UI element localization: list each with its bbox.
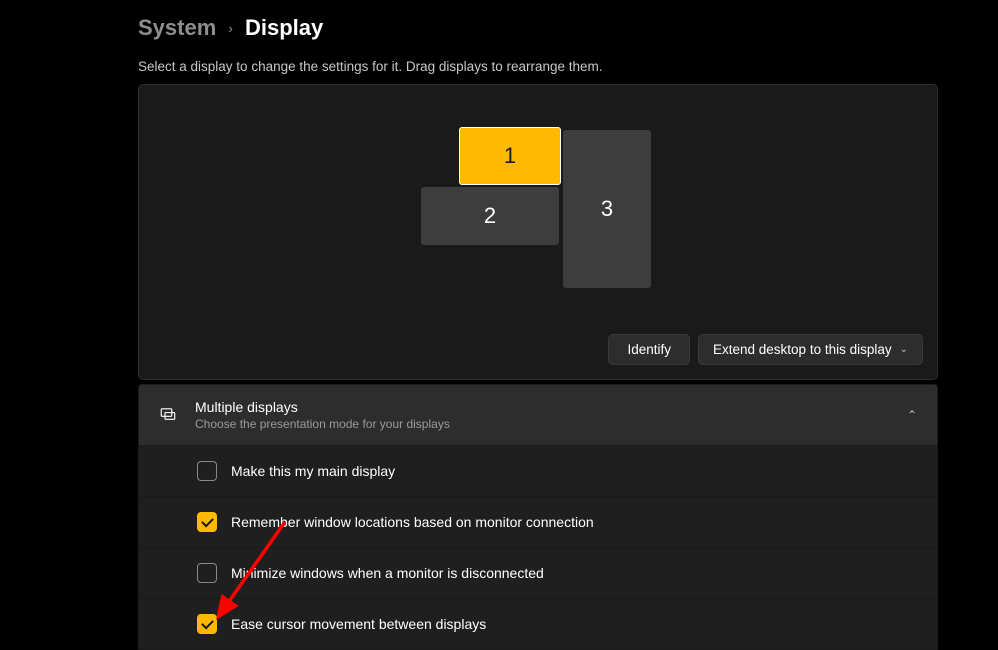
display-box-3[interactable]: 3 [563, 130, 651, 288]
checkbox-ease-cursor[interactable] [197, 614, 217, 634]
option-minimize-disconnect[interactable]: Minimize windows when a monitor is disco… [138, 548, 938, 599]
checkbox-remember-windows[interactable] [197, 512, 217, 532]
checkbox-minimize-disconnect[interactable] [197, 563, 217, 583]
expander-title: Multiple displays [195, 399, 889, 415]
identify-button[interactable]: Identify [608, 334, 690, 365]
multiple-displays-expander[interactable]: Multiple displays Choose the presentatio… [138, 384, 938, 446]
option-remember-windows[interactable]: Remember window locations based on monit… [138, 497, 938, 548]
expander-description: Choose the presentation mode for your di… [195, 417, 889, 431]
option-label: Ease cursor movement between displays [231, 616, 486, 632]
display-number: 2 [484, 203, 496, 229]
page-title: Display [245, 15, 323, 41]
displays-icon [159, 405, 177, 426]
option-main-display[interactable]: Make this my main display [138, 446, 938, 497]
breadcrumb: System › Display [138, 15, 938, 41]
display-number: 1 [504, 143, 516, 169]
display-box-2[interactable]: 2 [421, 187, 559, 245]
option-label: Make this my main display [231, 463, 395, 479]
checkbox-main-display[interactable] [197, 461, 217, 481]
display-number: 3 [601, 196, 613, 222]
option-label: Minimize windows when a monitor is disco… [231, 565, 544, 581]
option-ease-cursor[interactable]: Ease cursor movement between displays [138, 599, 938, 650]
page-subtitle: Select a display to change the settings … [138, 59, 938, 74]
breadcrumb-parent-link[interactable]: System [138, 15, 216, 41]
display-box-1[interactable]: 1 [459, 127, 561, 185]
display-canvas[interactable]: 1 2 3 [139, 85, 937, 325]
extend-desktop-dropdown[interactable]: Extend desktop to this display ⌄ [698, 334, 923, 365]
display-arrangement-panel: 1 2 3 Identify Extend desktop to this di… [138, 84, 938, 380]
chevron-down-icon: ⌄ [900, 344, 908, 355]
chevron-up-icon: ⌃ [907, 408, 917, 422]
option-label: Remember window locations based on monit… [231, 514, 594, 530]
chevron-right-icon: › [228, 20, 233, 36]
